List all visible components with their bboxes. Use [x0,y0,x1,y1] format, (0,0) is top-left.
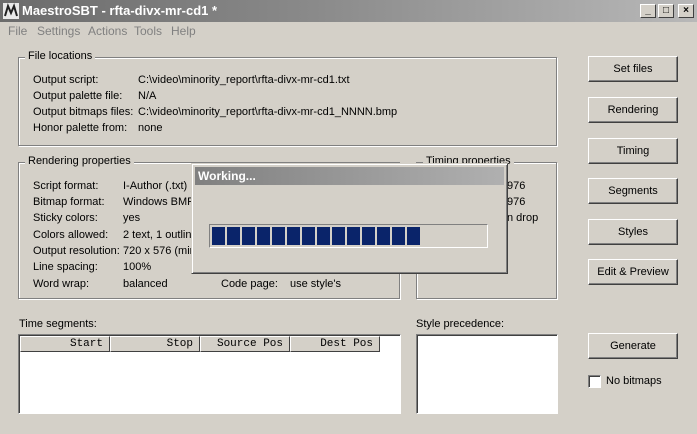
line-spacing-label: Line spacing: [33,261,98,273]
progress-segment [407,227,420,245]
honor-palette-value: none [138,122,163,134]
minimize-button[interactable]: _ [640,4,656,18]
col-stop[interactable]: Stop [110,336,200,352]
output-script-label: Output script: [33,74,99,86]
title-bar: MaestroSBT - rfta-divx-mr-cd1 * _ □ × [0,0,697,22]
output-resolution-value: 720 x 576 (mir [123,245,194,257]
window-title: MaestroSBT - rfta-divx-mr-cd1 * [22,3,218,18]
colors-allowed-label: Colors allowed: [33,229,109,241]
progress-segment [287,227,300,245]
segments-button[interactable]: Segments [588,178,678,204]
script-format-value: I-Author (.txt) [123,180,188,192]
sticky-colors-value: yes [123,212,141,224]
progress-segment [257,227,270,245]
edit-preview-button[interactable]: Edit & Preview [588,259,678,285]
style-precedence-label: Style precedence: [416,318,505,330]
col-dest-pos[interactable]: Dest Pos [290,336,380,352]
no-bitmaps-label[interactable]: No bitmaps [606,375,662,387]
menu-help[interactable]: Help [171,24,196,38]
output-resolution-label: Output resolution: [33,245,120,257]
rendering-button[interactable]: Rendering [588,97,678,123]
col-source-pos[interactable]: Source Pos [200,336,290,352]
progress-segment [227,227,240,245]
progress-segment [332,227,345,245]
rendering-properties-title: Rendering properties [25,155,134,167]
bitmap-format-value: Windows BMF [123,196,194,208]
timing-value-1: 976 [507,180,526,192]
output-bitmaps-label: Output bitmaps files: [33,106,134,118]
bitmap-format-label: Bitmap format: [33,196,105,208]
col-start[interactable]: Start [20,336,110,352]
code-page-label: Code page: [221,278,278,290]
timing-value-2: 976 [507,196,526,208]
working-dialog: Working... [191,163,508,274]
set-files-button[interactable]: Set files [588,56,678,82]
word-wrap-label: Word wrap: [33,278,90,290]
working-dialog-title: Working... [195,167,504,185]
honor-palette-label: Honor palette from: [33,122,128,134]
output-script-value: C:\video\minority_report\rfta-divx-mr-cd… [138,74,350,86]
progress-segment [242,227,255,245]
progress-segment [317,227,330,245]
timing-value-3: n drop [507,212,539,224]
file-locations-title: File locations [25,50,96,62]
no-bitmaps-checkbox[interactable] [588,375,601,388]
close-button[interactable]: × [678,4,694,18]
output-palette-label: Output palette file: [33,90,123,102]
file-locations-group: File locations Output script: C:\video\m… [18,50,557,146]
menu-tools[interactable]: Tools [134,24,162,38]
progress-segment [377,227,390,245]
sticky-colors-label: Sticky colors: [33,212,98,224]
app-icon [3,3,19,19]
progress-segment [302,227,315,245]
menu-file[interactable]: File [8,24,27,38]
progress-bar-fill [212,227,436,245]
progress-segment [272,227,285,245]
line-spacing-value: 100% [123,261,152,273]
progress-segment [362,227,375,245]
script-format-label: Script format: [33,180,99,192]
menu-actions[interactable]: Actions [88,24,127,38]
output-palette-value: N/A [138,90,157,102]
colors-allowed-value: 2 text, 1 outline [123,229,198,241]
menu-bar: File Settings Actions Tools Help [0,22,697,41]
menu-settings[interactable]: Settings [37,24,80,38]
styles-button[interactable]: Styles [588,219,678,245]
progress-segment [212,227,225,245]
output-bitmaps-value: C:\video\minority_report\rfta-divx-mr-cd… [138,106,398,118]
time-segments-list[interactable]: Start Stop Source Pos Dest Pos [18,334,401,414]
generate-button[interactable]: Generate [588,333,678,359]
maximize-button[interactable]: □ [658,4,674,18]
timing-button[interactable]: Timing [588,138,678,164]
progress-segment [347,227,360,245]
style-precedence-list[interactable] [416,334,558,414]
progress-bar [209,224,488,248]
code-page-value: use style's [290,278,342,290]
time-segments-label: Time segments: [19,318,97,330]
word-wrap-value: balanced [123,278,168,290]
progress-segment [392,227,405,245]
